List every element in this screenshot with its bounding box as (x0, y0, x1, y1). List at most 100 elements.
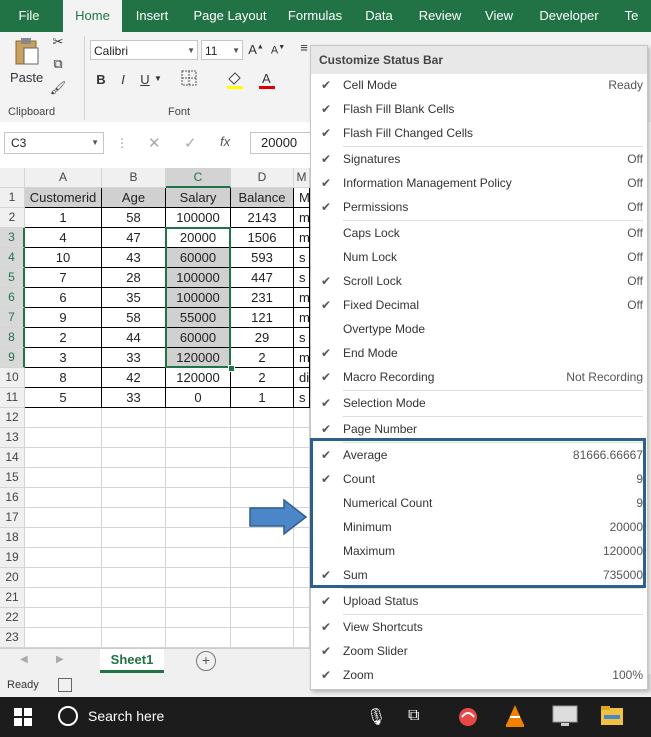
table-cell[interactable]: 33 (102, 388, 166, 408)
menu-item-zoom-slider[interactable]: ✔ Zoom Slider (311, 639, 647, 663)
font-size-combo[interactable]: 11 ▼ (201, 40, 243, 60)
insert-function-button[interactable]: fx (220, 134, 230, 149)
row-header[interactable]: 18 (0, 528, 25, 548)
table-cell[interactable]: 121 (231, 308, 294, 328)
row-header[interactable]: 14 (0, 448, 25, 468)
table-cell[interactable] (231, 568, 294, 588)
search-icon[interactable] (58, 706, 78, 726)
table-cell[interactable] (166, 548, 231, 568)
table-cell[interactable] (102, 568, 166, 588)
tab-page-layout[interactable]: Page Layout (186, 0, 274, 32)
table-cell[interactable]: m (294, 308, 310, 328)
add-sheet-icon[interactable]: + (196, 651, 216, 671)
vlc-icon[interactable] (504, 704, 526, 731)
row-header[interactable]: 8 (0, 328, 25, 348)
table-cell[interactable] (102, 468, 166, 488)
paste-icon[interactable] (10, 36, 44, 66)
table-cell[interactable] (102, 548, 166, 568)
table-cell[interactable]: 100000 (166, 268, 231, 288)
paste-button[interactable]: Paste (10, 70, 43, 85)
tab-developer[interactable]: Developer (530, 0, 608, 32)
row-header[interactable]: 22 (0, 608, 25, 628)
table-cell[interactable]: m (294, 208, 310, 228)
copy-icon[interactable]: ⧉ (48, 56, 68, 72)
row-header[interactable]: 19 (0, 548, 25, 568)
table-cell[interactable]: m (294, 348, 310, 368)
shrink-font-button[interactable]: A▼ (270, 44, 286, 57)
table-cell[interactable]: 8 (25, 368, 102, 388)
table-cell[interactable] (102, 508, 166, 528)
table-cell[interactable] (166, 608, 231, 628)
menu-item-maximum[interactable]: Maximum 120000 (311, 539, 647, 563)
table-cell[interactable]: 28 (102, 268, 166, 288)
format-painter-icon[interactable]: 🖌 (48, 80, 68, 96)
windows-start-icon[interactable] (14, 708, 32, 729)
cancel-icon[interactable]: ✕ (148, 134, 161, 152)
table-cell[interactable] (102, 428, 166, 448)
font-color-icon[interactable]: A (254, 70, 280, 93)
menu-item-numerical-count[interactable]: Numerical Count 9 (311, 491, 647, 515)
table-cell[interactable] (25, 568, 102, 588)
table-header-cell[interactable]: Age (102, 188, 166, 208)
column-header-d[interactable]: D (231, 168, 294, 188)
menu-item-overtype-mode[interactable]: Overtype Mode (311, 317, 647, 341)
row-header[interactable]: 16 (0, 488, 25, 508)
table-header-cell[interactable]: M (294, 188, 310, 208)
align-icon[interactable]: ≡ (298, 40, 310, 55)
table-cell[interactable] (25, 548, 102, 568)
table-cell[interactable] (166, 528, 231, 548)
table-cell[interactable]: 58 (102, 208, 166, 228)
table-cell[interactable]: 1506 (231, 228, 294, 248)
scroll-right-icon[interactable]: ▶ (56, 654, 64, 665)
table-cell[interactable] (25, 468, 102, 488)
menu-item-permissions[interactable]: ✔ Permissions Off (311, 195, 647, 219)
tab-view[interactable]: View (476, 0, 522, 32)
taskbar-search-input[interactable]: Search here (88, 708, 164, 724)
menu-item-average[interactable]: ✔ Average 81666.66667 (311, 443, 647, 467)
enter-icon[interactable]: ✓ (184, 134, 197, 152)
table-cell[interactable] (166, 408, 231, 428)
menu-item-flash-fill-blank-cells[interactable]: ✔ Flash Fill Blank Cells (311, 97, 647, 121)
table-cell[interactable]: 100000 (166, 288, 231, 308)
table-cell[interactable] (231, 608, 294, 628)
menu-item-minimum[interactable]: Minimum 20000 (311, 515, 647, 539)
menu-item-zoom[interactable]: ✔ Zoom 100% (311, 663, 647, 687)
table-cell[interactable]: 120000 (166, 348, 231, 368)
column-header-b[interactable]: B (102, 168, 166, 188)
tab-review[interactable]: Review (412, 0, 468, 32)
table-cell[interactable]: 35 (102, 288, 166, 308)
grow-font-button[interactable]: A▲ (248, 42, 264, 57)
table-cell[interactable]: m (294, 288, 310, 308)
table-header-cell[interactable]: Salary (166, 188, 231, 208)
column-header-m[interactable]: M (294, 168, 310, 188)
table-cell[interactable] (102, 488, 166, 508)
table-cell[interactable]: 120000 (166, 368, 231, 388)
table-cell[interactable]: 58 (102, 308, 166, 328)
table-cell[interactable]: 2143 (231, 208, 294, 228)
table-cell[interactable] (231, 628, 294, 648)
row-header[interactable]: 4 (0, 248, 25, 268)
tab-te[interactable]: Te (612, 0, 651, 32)
chevron-down-icon[interactable]: ▼ (154, 74, 162, 83)
table-cell[interactable]: 2 (231, 368, 294, 388)
table-header-cell[interactable]: Customerid (25, 188, 102, 208)
table-cell[interactable] (102, 408, 166, 428)
table-cell[interactable] (25, 608, 102, 628)
table-cell[interactable]: m (294, 228, 310, 248)
table-cell[interactable] (294, 428, 310, 448)
table-cell[interactable] (166, 508, 231, 528)
table-cell[interactable]: 1 (25, 208, 102, 228)
row-header[interactable]: 13 (0, 428, 25, 448)
row-header[interactable]: 7 (0, 308, 25, 328)
menu-item-view-shortcuts[interactable]: ✔ View Shortcuts (311, 615, 647, 639)
table-cell[interactable] (294, 628, 310, 648)
table-cell[interactable]: 43 (102, 248, 166, 268)
name-box[interactable]: C3 ▼ (4, 132, 104, 154)
row-header[interactable]: 5 (0, 268, 25, 288)
menu-item-cell-mode[interactable]: ✔ Cell Mode Ready (311, 73, 647, 97)
column-header-c[interactable]: C (166, 168, 231, 188)
table-cell[interactable] (231, 408, 294, 428)
font-name-combo[interactable]: Calibri ▼ (90, 40, 198, 60)
table-cell[interactable] (231, 468, 294, 488)
menu-item-end-mode[interactable]: ✔ End Mode (311, 341, 647, 365)
